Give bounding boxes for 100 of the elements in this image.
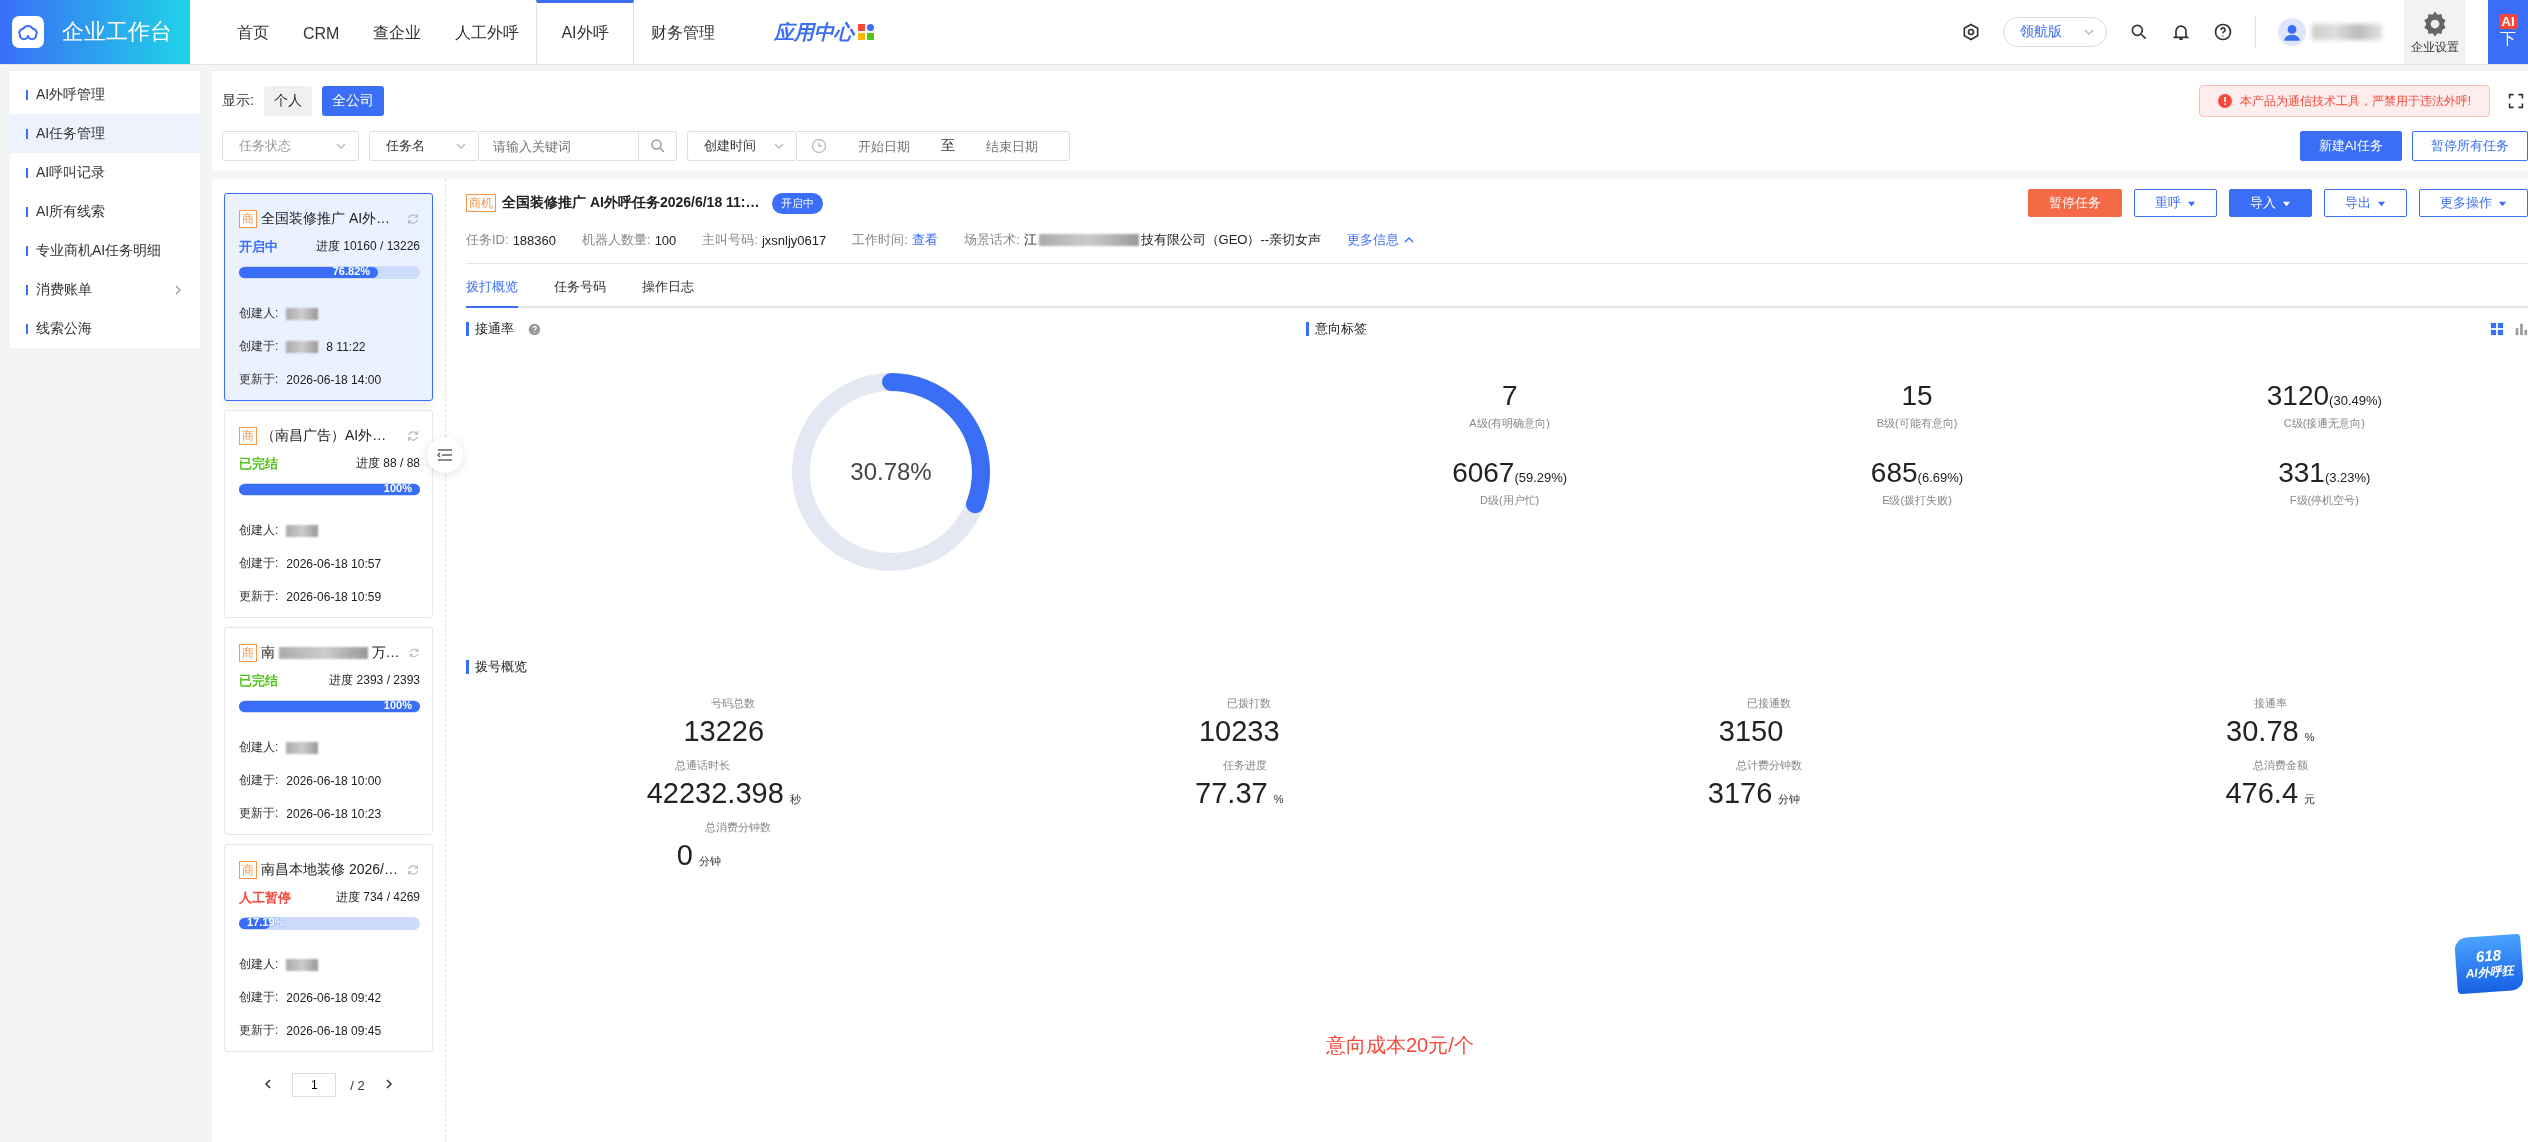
task-card[interactable]: 商 （南昌广告）AI外… 已完结 进度 88 / 88 100% 创建人: 创建于: 2026-06-18 10:57 更新于: 2026-06-18 10:59: [224, 410, 433, 618]
stat-label: 任务进度: [1222, 758, 1269, 773]
sidebar-item[interactable]: 消费账单: [10, 270, 200, 309]
task-name-select[interactable]: 任务名: [369, 131, 479, 161]
task-title: 全国装修推广 AI外…: [261, 210, 391, 228]
logo-icon: [12, 16, 44, 48]
help-icon[interactable]: [2213, 22, 2233, 42]
intent-label: F级(停机空号): [2289, 493, 2359, 508]
blurred-text: [286, 741, 319, 754]
toolbar-button[interactable]: 新建AI任务: [2299, 131, 2402, 161]
sidebar-item[interactable]: 专业商机AI任务明细: [10, 231, 200, 270]
field-label: 创建人:: [239, 522, 279, 539]
grid-view-icon[interactable]: [2490, 322, 2504, 336]
search-button[interactable]: [639, 131, 677, 161]
intent-label: E级(拨打失败): [1882, 493, 1952, 508]
field-label: 更新于:: [239, 371, 279, 388]
meta-label: 工作时间:: [852, 231, 908, 249]
edition-select[interactable]: 领航版: [2003, 17, 2107, 47]
progress-percent: 100%: [383, 699, 413, 711]
bar-chart-icon[interactable]: [2514, 322, 2528, 336]
progress-count: 进度 88 / 88: [355, 455, 420, 472]
settings-button[interactable]: 企业设置: [2404, 0, 2466, 64]
more-info-link[interactable]: 更多信息: [1347, 231, 1416, 249]
blurred-text: [286, 958, 319, 971]
section-title: 意向标签: [1306, 322, 1367, 336]
search-icon[interactable]: [2129, 22, 2149, 42]
sidebar-item[interactable]: AI任务管理: [10, 114, 200, 153]
user-menu[interactable]: [2278, 18, 2382, 46]
stat-value: 0: [676, 839, 693, 872]
scope-toggle[interactable]: 个人: [263, 86, 312, 116]
created-time: 2026-06-18 09:42: [286, 990, 382, 1005]
blurred-text: [286, 524, 319, 537]
progress-count: 进度 2393 / 2393: [329, 672, 420, 689]
collapse-button[interactable]: [427, 437, 463, 473]
field-label: 更新于:: [239, 588, 279, 605]
nav-tab[interactable]: CRM: [286, 0, 357, 64]
task-card[interactable]: 商 南 万… 已完结 进度 2393 / 2393 100% 创建人: 创建于: 2026-06-18 10:00 更新于: 2026-06-18 10:23: [224, 627, 433, 835]
intent-count: 15: [1901, 380, 1933, 412]
page-field[interactable]: 1: [292, 1073, 337, 1097]
field-label: 创建于:: [239, 772, 279, 789]
tag-label: 商: [239, 644, 257, 662]
action-button[interactable]: 更多操作: [2419, 189, 2528, 217]
avatar-icon: [2278, 18, 2306, 46]
intent-label: D级(用户忙): [1480, 493, 1540, 508]
stat-label: 号码总数: [710, 696, 757, 711]
range-separator: 至: [941, 137, 955, 155]
nav-tab[interactable]: 首页: [220, 0, 286, 64]
stat-value: 13226: [683, 715, 765, 748]
field-label: 创建于:: [239, 555, 279, 572]
nav-tab[interactable]: 人工外呼: [438, 0, 537, 64]
nav-tab[interactable]: AI外呼: [536, 0, 634, 64]
intent-count: 6067: [1452, 457, 1515, 489]
sidebar-item[interactable]: AI呼叫记录: [10, 153, 200, 192]
fullscreen-icon[interactable]: [2508, 93, 2524, 109]
app-center-link[interactable]: 应用中心: [767, 0, 880, 64]
intent-label: C级(接通无意向): [2283, 416, 2365, 431]
task-status: 人工暂停: [239, 889, 291, 907]
task-card[interactable]: 商 全国装修推广 AI外… 开启中 进度 10160 / 13226 76.82% 创建人: 创建于: 8 11:22 更新于: 2026-06-18 14:00: [224, 193, 433, 401]
section-title: 拨号概览: [466, 660, 527, 674]
action-button[interactable]: 导出: [2324, 189, 2407, 217]
sidebar-item[interactable]: AI外呼管理: [10, 75, 200, 114]
scope-toggle[interactable]: 全公司: [321, 86, 384, 116]
intent-count: 331: [2278, 457, 2325, 489]
task-status: 已完结: [239, 455, 278, 473]
nav-tab[interactable]: 财务管理: [633, 0, 732, 64]
task-status: 开启中: [239, 238, 278, 256]
task-title: 南昌本地装修 2026/…: [261, 861, 398, 879]
sidebar-item[interactable]: AI所有线索: [10, 192, 200, 231]
progress-percent: 100%: [383, 482, 413, 494]
meta-value: 江: [1023, 231, 1037, 249]
tab[interactable]: 操作日志: [642, 264, 694, 308]
sidebar-item[interactable]: 线索公海: [10, 309, 200, 348]
stat-unit: 分钟: [698, 854, 721, 869]
updated-time: 2026-06-18 10:59: [286, 589, 382, 604]
target-icon[interactable]: [1961, 22, 1981, 42]
stat-value: 30.78: [2226, 715, 2299, 748]
task-title: 万…: [371, 644, 400, 662]
download-button[interactable]: AI 下: [2488, 0, 2528, 64]
toolbar-button[interactable]: 暂停所有任务: [2412, 131, 2528, 161]
search-icon: [648, 137, 667, 155]
task-title: 南: [261, 644, 275, 662]
stat-label: 已接通数: [1745, 696, 1791, 711]
bell-icon[interactable]: [2171, 22, 2191, 42]
updated-time: 2026-06-18 09:45: [286, 1023, 382, 1038]
app-grid-icon: [857, 24, 874, 40]
view-link[interactable]: 查看: [911, 231, 938, 249]
progress-count: 进度 734 / 4269: [335, 889, 420, 906]
tab[interactable]: 拨打概览: [466, 264, 518, 308]
meta-value: jxsnljy0617: [761, 232, 827, 248]
keyword-field[interactable]: 请输入关键词: [479, 131, 639, 161]
action-button[interactable]: 导入: [2229, 189, 2312, 217]
time-type-select[interactable]: 创建时间: [687, 131, 797, 161]
nav-tab[interactable]: 查企业: [356, 0, 439, 64]
created-time: 8 11:22: [326, 339, 366, 354]
meta-value: 188360: [512, 232, 556, 248]
tag-label: 商: [239, 861, 257, 879]
action-button[interactable]: 重呼: [2134, 189, 2217, 217]
stat-value: 42232.398: [646, 777, 784, 810]
tab[interactable]: 任务号码: [554, 264, 606, 308]
intent-label: A级(有明确意向): [1469, 416, 1550, 431]
